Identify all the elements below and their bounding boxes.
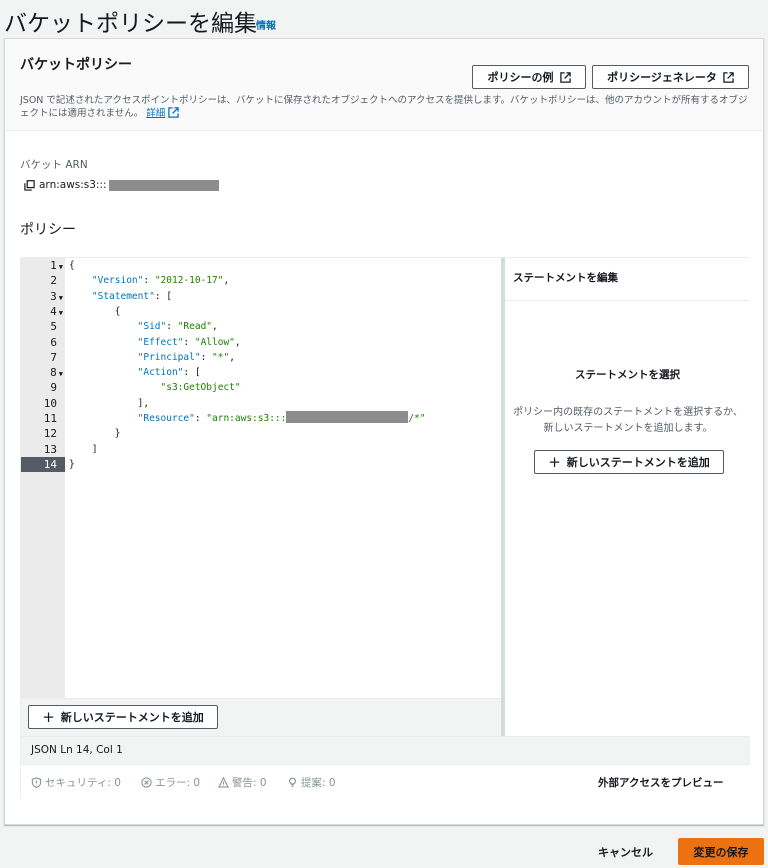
policy-examples-button[interactable]: ポリシーの例 [472, 65, 586, 89]
code-line: "Principal": "*", [137, 351, 235, 363]
line-number: 3 ▼ [50, 289, 63, 303]
page-title: バケットポリシーを編集 [4, 11, 257, 37]
security-findings[interactable]: セキュリティ: 0 [31, 775, 121, 790]
info-link[interactable]: 情報 [256, 17, 276, 32]
policy-generator-button[interactable]: ポリシージェネレータ [592, 65, 749, 89]
bucket-policy-container: バケットポリシー ポリシーの例 ポリシージェネレータ JSON で記述されたアク… [4, 38, 764, 825]
code-line: "Sid": "Read", [137, 321, 218, 333]
cursor-position: JSON Ln 14, Col 1 [31, 744, 123, 756]
warning-icon [218, 777, 229, 788]
bucket-arn: arn:aws:s3::: [24, 179, 219, 191]
code-line: } [69, 458, 75, 470]
external-link-icon [168, 107, 180, 118]
statement-panel: ステートメントを編集 ステートメントを選択 ポリシー内の既存のステートメントを選… [505, 258, 750, 736]
external-link-icon [559, 71, 571, 83]
cancel-button[interactable]: キャンセル [598, 844, 653, 860]
line-number: 5 [50, 320, 57, 334]
section-description: JSON で記述されたアクセスポイントポリシーは、バケットに保存されたオブジェク… [20, 94, 750, 120]
add-statement-button-panel[interactable]: + 新しいステートメントを追加 [534, 450, 724, 474]
line-number: 7 [50, 350, 57, 364]
line-number: 4 ▼ [50, 304, 63, 318]
code-line: "Action": [ [137, 367, 201, 379]
fold-arrow-icon: ▼ [58, 370, 63, 379]
validation-bar: セキュリティ: 0 エラー: 0 警告: 0 提案: 0 外部アクセスをプレビュ… [21, 764, 750, 798]
bucket-arn-label: バケット ARN [20, 159, 88, 171]
code-line: { [69, 260, 75, 271]
line-number: 11 [43, 412, 57, 425]
add-statement-label: 新しいステートメントを追加 [60, 711, 204, 724]
details-link[interactable]: 詳細 [146, 108, 165, 119]
plus-icon: + [548, 452, 561, 471]
statement-panel-title: ステートメントを編集 [513, 272, 618, 284]
container-header: バケットポリシー ポリシーの例 ポリシージェネレータ JSON で記述されたアク… [5, 39, 763, 131]
empty-state-description: ポリシー内の既存のステートメントを選択するか、新しいステートメントを追加します。 [513, 407, 743, 434]
fold-arrow-icon: ▼ [58, 263, 63, 271]
code-line: "s3:GetObject" [160, 382, 241, 394]
shield-icon [31, 777, 42, 788]
error-icon [141, 777, 152, 788]
add-statement-label: 新しいステートメントを追加 [566, 456, 710, 469]
policy-generator-label: ポリシージェネレータ [607, 71, 717, 84]
policy-editor: 1 ▼ 2 3 ▼ 4 ▼ 5 6 7 8 ▼ 9 10 11 12 13 14 { "… [20, 257, 750, 798]
lightbulb-icon [289, 777, 296, 788]
add-statement-button[interactable]: + 新しいステートメントを追加 [28, 705, 218, 729]
section-title: バケットポリシー [20, 57, 132, 73]
copy-icon[interactable] [24, 179, 35, 191]
code-line: "Statement": [ [91, 290, 172, 302]
save-changes-button[interactable]: 変更の保存 [678, 838, 764, 865]
code-line: } [69, 428, 121, 440]
code-editor[interactable]: 1 ▼ 2 3 ▼ 4 ▼ 5 6 7 8 ▼ 9 10 11 12 13 14 { "… [21, 258, 501, 736]
code-line: "Effect": "Allow", [137, 336, 241, 348]
line-number: 2 [50, 274, 57, 288]
plus-icon: + [42, 707, 55, 726]
preview-external-access-link[interactable]: 外部アクセスをプレビュー [598, 775, 723, 790]
redacted-resource [286, 411, 409, 423]
error-findings[interactable]: エラー: 0 [141, 775, 200, 790]
divider [505, 300, 750, 301]
code-line: ] [69, 443, 98, 455]
policy-label: ポリシー [20, 222, 76, 238]
empty-state-title: ステートメントを選択 [575, 369, 680, 381]
bucket-arn-value: arn:aws:s3::: [39, 179, 107, 191]
suggestion-findings[interactable]: 提案: 0 [287, 775, 336, 790]
code-line: "Version": "2012-10-17", [91, 275, 230, 287]
external-link-icon [723, 71, 734, 83]
description-text: JSON で記述されたアクセスポイントポリシーは、バケットに保存されたオブジェク… [20, 95, 748, 119]
line-number: 6 [50, 335, 57, 349]
code-line: { [69, 305, 121, 317]
fold-arrow-icon: ▼ [58, 293, 63, 302]
line-number: 9 [50, 381, 57, 395]
line-number: 12 [43, 427, 57, 441]
code-line: "Resource": "arn:aws:s3:::/*" [137, 411, 426, 424]
editor-status-bar: JSON Ln 14, Col 1 [21, 736, 750, 764]
code-line: ], [69, 397, 150, 409]
line-number: 13 [43, 442, 57, 456]
line-number-active: 14 [21, 456, 65, 473]
line-number: 8 ▼ [50, 366, 63, 380]
redacted-bucket-name [108, 179, 219, 191]
line-number: 1 ▼ [50, 259, 63, 272]
fold-arrow-icon: ▼ [58, 308, 63, 317]
line-number: 10 [43, 396, 57, 410]
line-gutter: 1 ▼ 2 3 ▼ 4 ▼ 5 6 7 8 ▼ 9 10 11 12 13 14 [21, 258, 65, 698]
policy-examples-label: ポリシーの例 [487, 71, 554, 84]
page-header: バケットポリシーを編集 情報 [0, 0, 768, 38]
warning-findings[interactable]: 警告: 0 [218, 775, 267, 790]
